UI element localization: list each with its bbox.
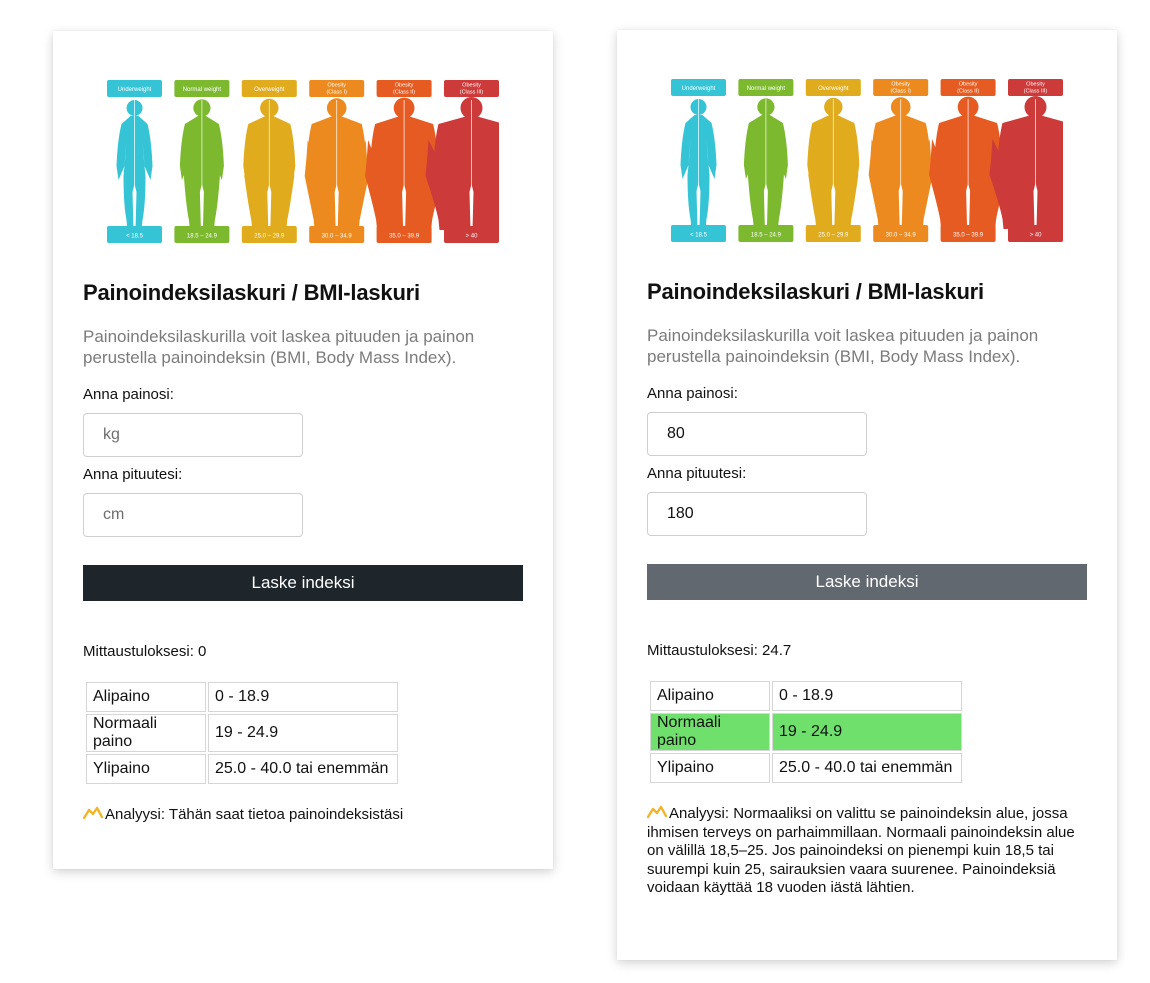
bmi-categories-illustration: Underweight < 18.5 Normal weight 18.5 – 24.… — [107, 80, 499, 243]
bmi-category: Underweight < 18.5 — [107, 80, 162, 243]
category-cell: Alipaino — [86, 682, 206, 712]
category-label: (Class II) — [957, 89, 979, 95]
bmi-range-table: Alipaino 0 - 18.9 Normaali paino 19 - 24… — [648, 679, 964, 785]
category-label: Overweight — [254, 87, 285, 93]
category-label: Obesity — [1026, 82, 1045, 88]
bmi-calculator-card-filled: Underweight < 18.5 Normal weight 18.5 – 24.… — [617, 30, 1117, 960]
table-row: Ylipaino 25.0 - 40.0 tai enemmän — [86, 754, 398, 784]
analysis-text-block: Analyysi: Normaaliksi on valittu se pain… — [647, 805, 1087, 898]
result-text: Mittaustuloksesi: 24.7 — [647, 642, 792, 659]
category-label: Underweight — [682, 86, 716, 92]
range-cell: 25.0 - 40.0 tai enemmän — [208, 754, 398, 784]
range-label: > 40 — [1030, 233, 1043, 239]
calculate-button[interactable]: Laske indeksi — [647, 564, 1087, 600]
category-label: Normal weight — [747, 86, 786, 92]
range-cell: 0 - 18.9 — [208, 682, 398, 712]
chart-trend-icon — [83, 806, 103, 820]
analysis-text: Analyysi: Tähän saat tietoa painoindeksi… — [105, 806, 404, 823]
category-label: (Class III) — [1024, 89, 1048, 95]
category-cell: Ylipaino — [86, 754, 206, 784]
analysis-text-block: Analyysi: Tähän saat tietoa painoindeksi… — [83, 806, 523, 825]
range-label: > 40 — [466, 234, 479, 240]
bmi-category: Overweight 25.0 – 29.9 — [805, 79, 861, 242]
range-cell: 19 - 24.9 — [772, 713, 962, 751]
result-text: Mittaustuloksesi: 0 — [83, 643, 207, 660]
bmi-categories-illustration: Underweight < 18.5 Normal weight 18.5 – 24.… — [671, 79, 1063, 242]
table-row: Alipaino 0 - 18.9 — [650, 681, 962, 711]
range-cell: 0 - 18.9 — [772, 681, 962, 711]
range-label: 18.5 – 24.9 — [751, 233, 782, 239]
page-title: Painoindeksilaskuri / BMI-laskuri — [83, 280, 420, 305]
description: Painoindeksilaskurilla voit laskea pituu… — [83, 327, 475, 367]
range-label: < 18.5 — [126, 234, 144, 240]
range-label: 25.0 – 29.9 — [818, 233, 849, 239]
category-label: Obesity — [327, 83, 346, 89]
category-label: Obesity — [462, 83, 481, 89]
figure-body — [425, 116, 499, 230]
range-label: 25.0 – 29.9 — [254, 234, 285, 240]
bmi-calculator-card-empty: Underweight < 18.5 Normal weight 18.5 – 24.… — [53, 31, 553, 869]
bmi-category: Overweight 25.0 – 29.9 — [241, 80, 297, 243]
category-label: Overweight — [818, 86, 849, 92]
category-label: Normal weight — [183, 87, 222, 93]
range-cell: 19 - 24.9 — [208, 714, 398, 752]
category-cell: Alipaino — [650, 681, 770, 711]
height-label: Anna pituutesi: — [647, 465, 747, 482]
category-label: Obesity — [395, 83, 414, 89]
category-label: Obesity — [959, 82, 978, 88]
table-row: Alipaino 0 - 18.9 — [86, 682, 398, 712]
range-label: 30.0 – 34.9 — [886, 233, 917, 239]
range-cell: 25.0 - 40.0 tai enemmän — [772, 753, 962, 783]
range-label: 30.0 – 34.9 — [322, 234, 353, 240]
height-input[interactable] — [83, 493, 303, 537]
category-cell: Normaali paino — [650, 713, 770, 751]
page-title: Painoindeksilaskuri / BMI-laskuri — [647, 279, 984, 304]
category-cell: Normaali paino — [86, 714, 206, 752]
category-label: (Class II) — [393, 90, 415, 96]
chart-trend-icon — [647, 805, 667, 819]
bmi-category: Normal weight 18.5 – 24.9 — [174, 80, 230, 243]
analysis-text: Analyysi: Normaaliksi on valittu se pain… — [647, 805, 1075, 896]
table-row: Normaali paino 19 - 24.9 — [86, 714, 398, 752]
category-label: Obesity — [891, 82, 910, 88]
weight-label: Anna painosi: — [647, 385, 738, 402]
bmi-category: Obesity(Class I) 30.0 – 34.9 — [868, 79, 933, 242]
range-label: 35.0 – 39.9 — [389, 234, 420, 240]
calculate-button[interactable]: Laske indeksi — [83, 565, 523, 601]
weight-label: Anna painosi: — [83, 386, 174, 403]
bmi-category: Obesity(Class I) 30.0 – 34.9 — [304, 80, 369, 243]
table-row: Ylipaino 25.0 - 40.0 tai enemmän — [650, 753, 962, 783]
figure-body — [989, 115, 1063, 229]
category-label: (Class I) — [326, 90, 347, 96]
description: Painoindeksilaskurilla voit laskea pituu… — [647, 326, 1039, 366]
category-label: (Class III) — [460, 90, 484, 96]
height-label: Anna pituutesi: — [83, 466, 183, 483]
table-row-highlighted: Normaali paino 19 - 24.9 — [650, 713, 962, 751]
category-label: Underweight — [118, 87, 152, 93]
bmi-range-table: Alipaino 0 - 18.9 Normaali paino 19 - 24… — [84, 680, 400, 786]
weight-input[interactable] — [83, 413, 303, 457]
weight-input[interactable] — [647, 412, 867, 456]
range-label: 35.0 – 39.9 — [953, 233, 984, 239]
bmi-category: Underweight < 18.5 — [671, 79, 726, 242]
height-input[interactable] — [647, 492, 867, 536]
category-label: (Class I) — [890, 89, 911, 95]
range-label: < 18.5 — [690, 233, 708, 239]
bmi-category: Obesity(Class III) > 40 — [989, 79, 1063, 242]
category-cell: Ylipaino — [650, 753, 770, 783]
bmi-category: Obesity(Class III) > 40 — [425, 80, 499, 243]
range-label: 18.5 – 24.9 — [187, 234, 218, 240]
bmi-category: Normal weight 18.5 – 24.9 — [738, 79, 794, 242]
